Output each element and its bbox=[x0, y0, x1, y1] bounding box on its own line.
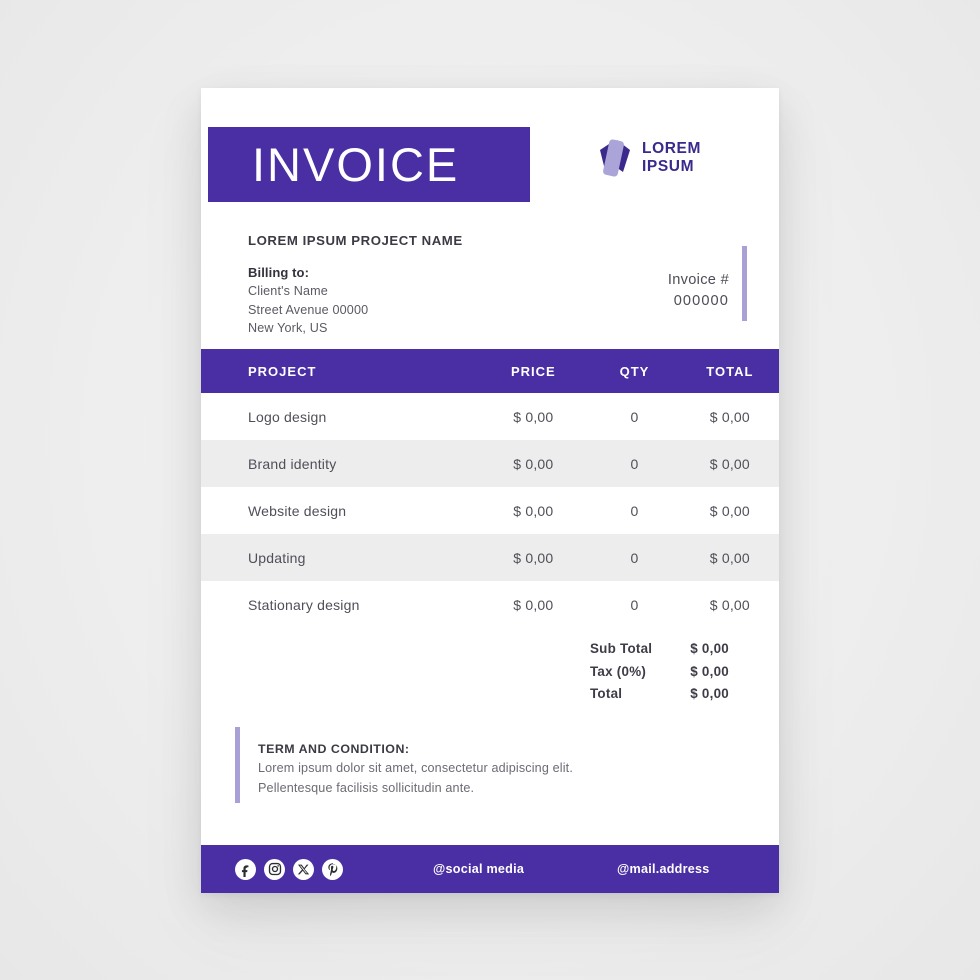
invoice-number-accent-bar bbox=[742, 246, 747, 321]
table-header-row: PROJECT PRICE QTY TOTAL bbox=[201, 349, 779, 393]
invoice-number-label: Invoice # bbox=[667, 272, 729, 288]
invoice-header: INVOICE LOREM IPSUM bbox=[201, 88, 779, 215]
project-name: LOREM IPSUM PROJECT NAME bbox=[248, 233, 463, 248]
cell-project: Logo design bbox=[248, 408, 327, 425]
line-items-table: PROJECT PRICE QTY TOTAL Logo design $ 0,… bbox=[201, 349, 779, 628]
mail-address[interactable]: @mail.address bbox=[617, 862, 710, 876]
terms-accent-bar bbox=[235, 727, 240, 803]
cell-total: $ 0,00 bbox=[709, 408, 750, 425]
cell-project: Brand identity bbox=[248, 455, 337, 472]
cell-project: Stationary design bbox=[248, 596, 360, 613]
cell-total: $ 0,00 bbox=[709, 596, 750, 613]
terms-title: TERM AND CONDITION: bbox=[258, 742, 410, 756]
x-twitter-icon[interactable] bbox=[293, 858, 314, 880]
brand-logo: LOREM IPSUM bbox=[597, 136, 701, 180]
cell-price: $ 0,00 bbox=[513, 549, 554, 566]
terms-body: TERM AND CONDITION: Lorem ipsum dolor si… bbox=[258, 742, 573, 798]
cell-qty: 0 bbox=[630, 455, 639, 472]
table-row: Stationary design $ 0,00 0 $ 0,00 bbox=[201, 581, 779, 628]
table-body: Logo design $ 0,00 0 $ 0,00 Brand identi… bbox=[201, 393, 779, 628]
cell-total: $ 0,00 bbox=[709, 455, 750, 472]
subtotal-value: $ 0,00 bbox=[690, 641, 729, 656]
pinterest-icon[interactable] bbox=[322, 858, 343, 880]
invoice-title-banner: INVOICE bbox=[208, 127, 530, 202]
column-header-project: PROJECT bbox=[248, 363, 317, 379]
billing-to-label: Billing to: bbox=[248, 265, 310, 280]
subtotal-label: Sub Total bbox=[590, 641, 653, 656]
facebook-icon[interactable] bbox=[235, 858, 256, 880]
column-header-price: PRICE bbox=[510, 363, 556, 379]
terms-line-2: Pellentesque facilisis sollicitudin ante… bbox=[258, 780, 475, 795]
cell-total: $ 0,00 bbox=[709, 549, 750, 566]
cell-project: Updating bbox=[248, 549, 306, 566]
terms-line-1: Lorem ipsum dolor sit amet, consectetur … bbox=[258, 761, 573, 775]
billing-section: LOREM IPSUM PROJECT NAME Billing to: Cli… bbox=[201, 215, 779, 349]
brand-name: LOREM IPSUM bbox=[642, 140, 701, 176]
total-label: Total bbox=[590, 686, 623, 702]
client-name: Client's Name bbox=[248, 284, 328, 298]
cell-qty: 0 bbox=[630, 549, 639, 566]
invoice-number-value: 000000 bbox=[673, 293, 729, 310]
cell-project: Website design bbox=[248, 502, 347, 519]
social-handle[interactable]: @social media bbox=[433, 862, 524, 876]
table-row: Brand identity $ 0,00 0 $ 0,00 bbox=[201, 440, 779, 487]
brand-line-1: LOREM bbox=[642, 140, 701, 158]
cell-price: $ 0,00 bbox=[513, 596, 554, 613]
client-city: New York, US bbox=[248, 321, 328, 335]
table-row: Logo design $ 0,00 0 $ 0,00 bbox=[201, 393, 779, 440]
tax-value: $ 0,00 bbox=[690, 663, 729, 679]
cell-price: $ 0,00 bbox=[513, 408, 554, 425]
column-header-qty: QTY bbox=[619, 363, 650, 379]
page-title: INVOICE bbox=[252, 138, 460, 191]
cell-price: $ 0,00 bbox=[513, 455, 554, 472]
cell-qty: 0 bbox=[630, 502, 639, 519]
billing-to-block: Billing to: Client's Name Street Avenue … bbox=[248, 265, 368, 338]
totals-section: Sub Total $ 0,00 Tax (0%) $ 0,00 Total $… bbox=[201, 628, 779, 720]
cell-total: $ 0,00 bbox=[709, 502, 750, 519]
instagram-icon[interactable] bbox=[264, 858, 285, 880]
cell-qty: 0 bbox=[630, 408, 639, 425]
table-row: Updating $ 0,00 0 $ 0,00 bbox=[201, 534, 779, 581]
client-street: Street Avenue 00000 bbox=[248, 302, 369, 317]
invoice-footer: @social media @mail.address bbox=[201, 845, 779, 893]
terms-section: TERM AND CONDITION: Lorem ipsum dolor si… bbox=[201, 720, 779, 835]
totals-grid: Sub Total $ 0,00 Tax (0%) $ 0,00 Total $… bbox=[590, 638, 729, 705]
logo-mark-icon bbox=[597, 136, 631, 180]
invoice-sheet: INVOICE LOREM IPSUM LOREM IPSUM PROJECT … bbox=[201, 88, 779, 893]
cell-price: $ 0,00 bbox=[513, 502, 554, 519]
table-row: Website design $ 0,00 0 $ 0,00 bbox=[201, 487, 779, 534]
social-icon-group bbox=[235, 858, 343, 880]
tax-label: Tax (0%) bbox=[590, 663, 647, 679]
brand-line-2: IPSUM bbox=[642, 158, 695, 175]
invoice-number-block: Invoice # 000000 bbox=[668, 270, 729, 312]
column-header-total: TOTAL bbox=[706, 363, 754, 379]
cell-qty: 0 bbox=[630, 596, 639, 613]
total-value: $ 0,00 bbox=[690, 686, 729, 702]
